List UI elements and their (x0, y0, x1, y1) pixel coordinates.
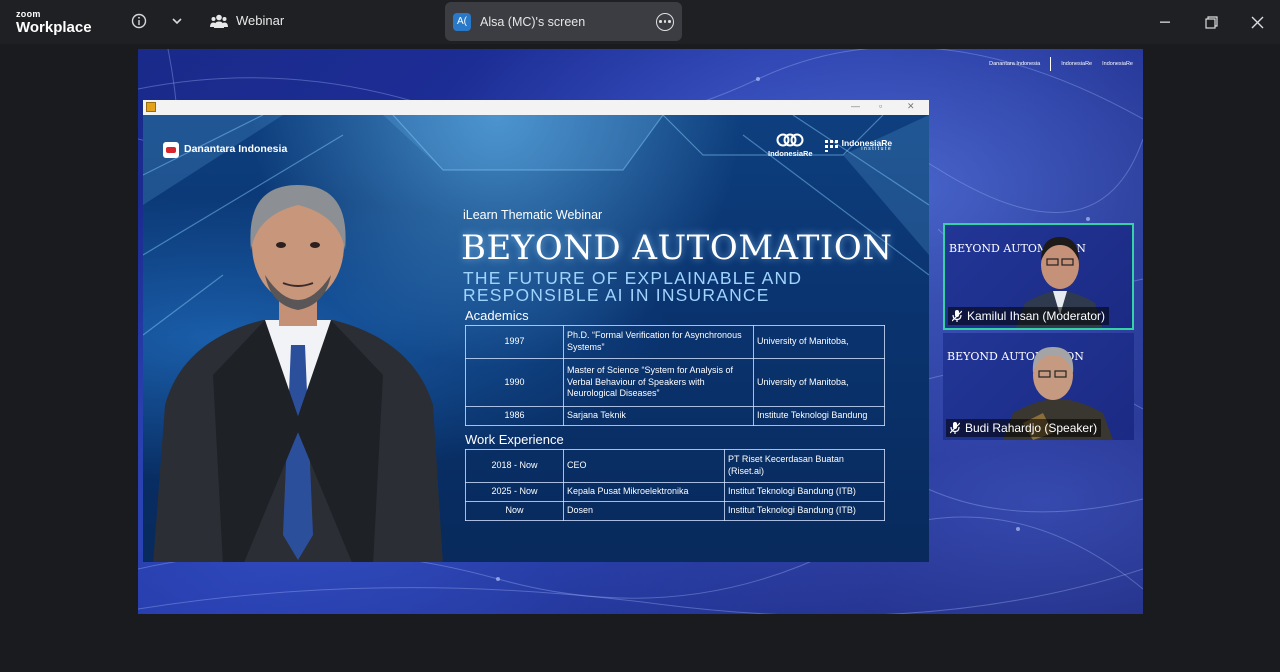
brand-bottom: Workplace (16, 19, 92, 36)
more-options-icon[interactable] (656, 12, 674, 31)
academics-institution: Institute Teknologi Bandung (753, 406, 885, 426)
table-row: 2025 - Now Kepala Pusat Mikroelektronika… (465, 482, 885, 502)
tile-name-speaker: Budi Rahardjo (Speaker) (946, 419, 1102, 437)
work-table: 2018 - Now CEO PT Riset Kecerdasan Buata… (465, 449, 885, 521)
work-period: 2018 - Now (465, 449, 564, 483)
work-role: CEO (563, 449, 725, 483)
screen-share-tab[interactable]: A( Alsa (MC)'s screen (445, 2, 682, 41)
meeting-name: Webinar (236, 13, 285, 28)
indonesiare-logo: IndonesiaRe (768, 133, 813, 158)
work-organization: Institut Teknologi Bandung (ITB) (724, 501, 885, 521)
share-label: Alsa (MC)'s screen (480, 14, 586, 29)
meeting-info[interactable]: Webinar (210, 13, 284, 28)
slide: Danantara Indonesia IndonesiaRe Indonesi… (143, 115, 929, 562)
work-period: 2025 - Now (465, 482, 564, 502)
indonesiare-logos: IndonesiaRe IndonesiaRe institute (768, 133, 892, 158)
restore-icon[interactable] (1201, 12, 1221, 32)
academics-year: 1986 (465, 406, 564, 426)
stage-logo-danantara: Danantara Indonesia (989, 61, 1041, 67)
presentation-titlebar: — ▫ ✕ (143, 100, 929, 115)
close-icon[interactable] (1247, 12, 1267, 32)
video-tile-moderator[interactable]: BEYOND AUTOMATION Kamilul Ihsan (Moderat… (943, 223, 1134, 330)
danantara-logo: Danantara Indonesia (163, 142, 287, 158)
academics-table: 1997 Ph.D. “Formal Verification for Asyn… (465, 325, 885, 426)
slide-headline: BEYOND AUTOMATION (461, 228, 893, 268)
institute-logo: IndonesiaRe institute (824, 139, 892, 153)
minimize-icon[interactable] (1155, 12, 1175, 32)
info-icon[interactable] (128, 10, 150, 32)
work-experience-heading: Work Experience (465, 432, 564, 447)
table-row: 1990 Master of Science “System for Analy… (465, 358, 885, 407)
work-period: Now (465, 501, 564, 521)
app-icon[interactable] (146, 102, 156, 112)
presentation-window: — ▫ ✕ Danantara Indonesia IndonesiaRe In… (143, 100, 929, 562)
mic-muted-icon (950, 422, 960, 434)
subhead-line-2: RESPONSIBLE AI IN INSURANCE (463, 285, 770, 306)
tile-name-moderator: Kamilul Ihsan (Moderator) (948, 307, 1110, 325)
speaker-portrait (153, 185, 443, 562)
work-role: Dosen (563, 501, 725, 521)
ppt-restore-icon[interactable]: ▫ (879, 101, 882, 111)
academics-heading: Academics (465, 308, 529, 323)
brand-top: zoom (16, 9, 41, 19)
stage-logo-indonesiare: IndonesiaRe (1061, 61, 1093, 67)
mic-muted-icon (952, 310, 962, 322)
table-row: 1986 Sarjana Teknik Institute Teknologi … (465, 406, 885, 426)
academics-institution: University of Manitoba, (753, 358, 885, 407)
academics-year: 1997 (465, 325, 564, 359)
chevron-down-icon[interactable] (166, 10, 188, 32)
table-row: 1997 Ph.D. “Formal Verification for Asyn… (465, 325, 885, 359)
work-role: Kepala Pusat Mikroelektronika (563, 482, 725, 502)
ppt-minimize-icon[interactable]: — (851, 101, 860, 111)
zoom-workplace-logo: zoom Workplace (16, 9, 92, 36)
academics-year: 1990 (465, 358, 564, 407)
slide-kicker: iLearn Thematic Webinar (463, 208, 603, 222)
academics-degree: Sarjana Teknik (563, 406, 754, 426)
video-tile-speaker[interactable]: BEYOND AUTOMATION Budi Rahardjo (Speaker… (943, 333, 1134, 440)
work-organization: PT Riset Kecerdasan Buatan (Riset.ai) (724, 449, 885, 483)
slide-subhead: THE FUTURE OF EXPLAINABLE AND RESPONSIBL… (463, 269, 802, 306)
table-row: Now Dosen Institut Teknologi Bandung (IT… (465, 501, 885, 521)
participants-icon (210, 14, 228, 28)
shared-screen: Danantara Indonesia IndonesiaRe Indonesi… (138, 49, 1143, 614)
stage-logo-institute: IndonesiaRe (1102, 61, 1133, 67)
title-bar: zoom Workplace Webinar A( Alsa (MC)'s sc… (0, 0, 1280, 44)
academics-institution: University of Manitoba, (753, 325, 885, 359)
work-organization: Institut Teknologi Bandung (ITB) (724, 482, 885, 502)
ppt-close-icon[interactable]: ✕ (907, 101, 915, 112)
academics-degree: Master of Science “System for Analysis o… (563, 358, 754, 407)
academics-degree: Ph.D. “Formal Verification for Asynchron… (563, 325, 754, 359)
stage-logos: Danantara Indonesia IndonesiaRe Indonesi… (989, 57, 1133, 71)
sharer-avatar: A( (453, 12, 471, 31)
table-row: 2018 - Now CEO PT Riset Kecerdasan Buata… (465, 449, 885, 483)
